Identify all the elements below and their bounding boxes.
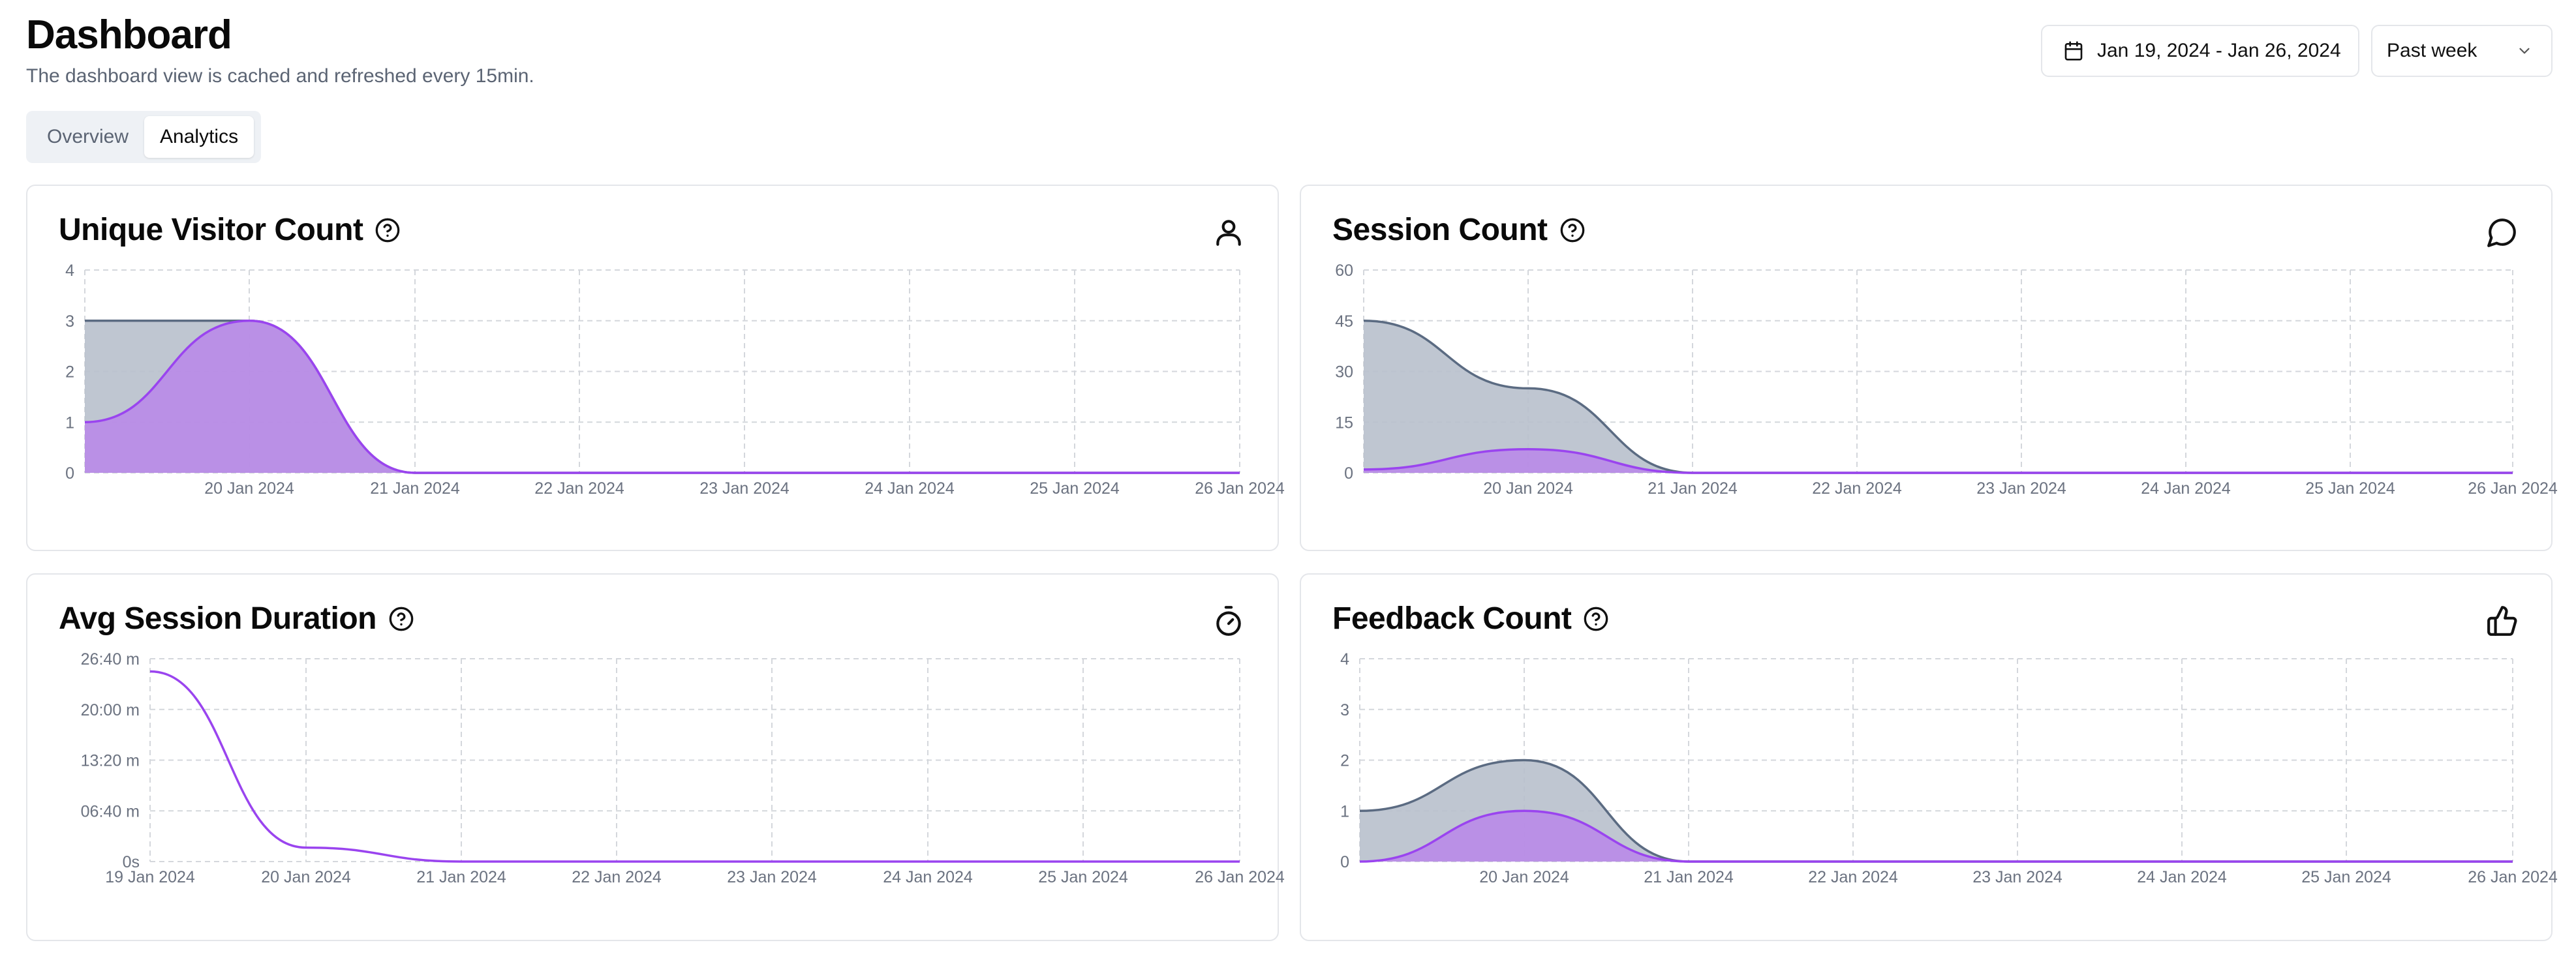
chevron-down-icon <box>2519 48 2530 54</box>
page-title: Dashboard <box>26 12 232 57</box>
view-tabs: Overview Analytics <box>26 111 261 163</box>
date-range-picker[interactable]: Jan 19, 2024 - Jan 26, 2024 <box>2041 25 2359 77</box>
card-title-text: Session Count <box>1332 213 1548 247</box>
period-select-value: Past week <box>2387 40 2477 61</box>
card-title-text: Feedback Count <box>1332 601 1572 636</box>
card-title: Unique Visitor Count <box>59 212 401 248</box>
page-subtitle: The dashboard view is cached and refresh… <box>26 65 534 87</box>
timer-icon <box>1216 606 1241 636</box>
tab-analytics[interactable]: Analytics <box>144 116 254 158</box>
feedback-count-card: Feedback Count <box>1300 573 2553 941</box>
unique-visitor-card: Unique Visitor Count <box>26 185 1279 551</box>
tab-overview[interactable]: Overview <box>31 116 144 158</box>
card-title: Session Count <box>1332 212 1586 248</box>
card-title: Feedback Count <box>1332 601 1609 637</box>
card-title: Avg Session Duration <box>59 601 414 637</box>
help-circle-icon[interactable] <box>1583 606 1609 632</box>
card-title-text: Avg Session Duration <box>59 601 376 636</box>
avg-session-duration-card: Avg Session Duration <box>26 573 1279 941</box>
help-circle-icon[interactable] <box>1559 217 1586 243</box>
message-circle-icon <box>2487 218 2516 247</box>
help-circle-icon[interactable] <box>375 217 401 243</box>
card-title-text: Unique Visitor Count <box>59 213 363 247</box>
period-select[interactable]: Past week <box>2371 25 2553 77</box>
session-count-card: Session Count <box>1300 185 2553 551</box>
help-circle-icon[interactable] <box>388 606 414 632</box>
thumbs-up-icon <box>2487 606 2517 636</box>
user-icon <box>1216 220 1241 246</box>
calendar-icon <box>2064 41 2083 61</box>
date-range-label: Jan 19, 2024 - Jan 26, 2024 <box>2097 40 2341 61</box>
